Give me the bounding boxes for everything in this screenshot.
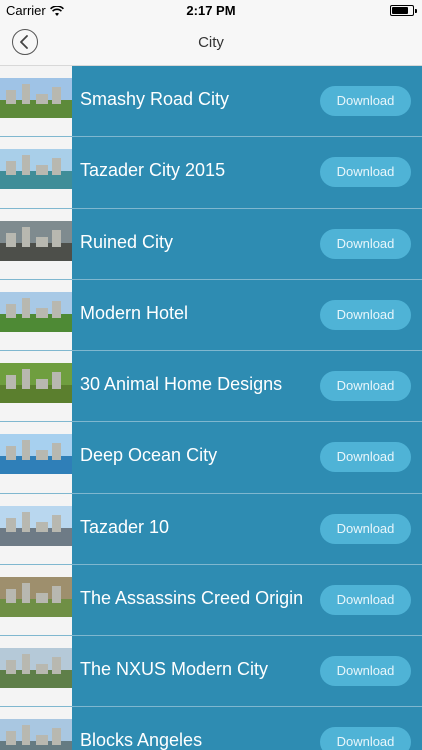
download-button[interactable]: Download xyxy=(320,86,411,116)
thumbnail-image xyxy=(0,648,72,688)
thumbnail-image xyxy=(0,149,72,190)
thumbnail-image xyxy=(0,505,72,546)
thumbnail-building xyxy=(6,303,16,318)
thumbnail-building xyxy=(6,660,16,674)
list-item[interactable]: The Assassins Creed Origin Download xyxy=(0,564,422,636)
list-item[interactable]: Deep Ocean City Download xyxy=(0,422,422,494)
download-button[interactable]: Download xyxy=(320,371,411,401)
thumbnail-image xyxy=(0,220,72,261)
download-button[interactable]: Download xyxy=(320,228,411,259)
download-button[interactable]: Download xyxy=(320,656,411,686)
thumbnail-building xyxy=(36,379,48,389)
thumbnail-building xyxy=(36,450,48,461)
map-list: Smashy Road City Download Tazader City 201… xyxy=(0,66,422,750)
map-thumbnail xyxy=(0,66,72,137)
thumbnail-image xyxy=(0,291,72,332)
thumbnail-building xyxy=(6,161,16,176)
thumbnail-building xyxy=(22,582,30,603)
list-item[interactable]: Ruined City Download xyxy=(0,208,422,280)
map-title: Blocks Angeles xyxy=(80,730,203,750)
thumbnail-image xyxy=(0,78,72,118)
status-bar: Carrier 2:17 PM xyxy=(0,0,422,22)
map-thumbnail xyxy=(0,351,72,422)
thumbnail-building xyxy=(6,517,16,532)
thumbnail-building xyxy=(22,297,30,318)
thumbnail-image xyxy=(0,434,72,475)
thumbnail-building xyxy=(6,375,16,389)
page-title: City xyxy=(198,34,224,51)
thumbnail-building xyxy=(52,657,61,674)
thumbnail-image xyxy=(0,719,72,750)
thumbnail-building xyxy=(36,236,48,247)
thumbnail-building xyxy=(36,307,48,318)
download-button[interactable]: Download xyxy=(320,299,411,330)
map-thumbnail xyxy=(0,208,72,279)
thumbnail-image xyxy=(0,363,72,403)
map-thumbnail xyxy=(0,279,72,350)
map-title: Modern Hotel xyxy=(80,302,189,323)
thumbnail-building xyxy=(52,300,61,318)
map-thumbnail xyxy=(0,422,72,493)
map-title: 30 Animal Home Designs xyxy=(80,374,283,394)
thumbnail-building xyxy=(22,654,30,674)
list-item[interactable]: Smashy Road City Download xyxy=(0,66,422,138)
thumbnail-building xyxy=(22,226,30,247)
list-item[interactable]: 30 Animal Home Designs Download xyxy=(0,351,422,423)
map-title: The NXUS Modern City xyxy=(80,659,269,679)
thumbnail-building xyxy=(36,521,48,532)
list-item[interactable]: The NXUS Modern City Download xyxy=(0,636,422,708)
thumbnail-building xyxy=(22,440,30,461)
thumbnail-building xyxy=(22,511,30,532)
download-button[interactable]: Download xyxy=(320,442,411,473)
thumbnail-building xyxy=(52,585,61,603)
map-title: Ruined City xyxy=(80,231,174,252)
map-title: Deep Ocean City xyxy=(80,445,218,466)
thumbnail-building xyxy=(22,155,30,176)
thumbnail-building xyxy=(52,372,61,389)
download-button[interactable]: Download xyxy=(320,513,411,544)
thumbnail-building xyxy=(6,731,16,746)
thumbnail-building xyxy=(22,369,30,389)
thumbnail-building xyxy=(6,446,16,461)
thumbnail-building xyxy=(52,443,61,461)
battery-icon xyxy=(390,5,417,16)
map-title: Tazader 10 xyxy=(80,516,170,537)
download-button[interactable]: Download xyxy=(320,727,411,750)
map-title: The Assassins Creed Origin xyxy=(80,587,304,608)
thumbnail-building xyxy=(36,664,48,674)
thumbnail-building xyxy=(36,94,48,104)
thumbnail-building xyxy=(22,725,30,746)
thumbnail-building xyxy=(6,232,16,247)
thumbnail-building xyxy=(36,165,48,176)
thumbnail-image xyxy=(0,576,72,617)
battery-fill xyxy=(392,7,408,14)
list-item[interactable]: Tazader 10 Download xyxy=(0,493,422,565)
download-button[interactable]: Download xyxy=(320,157,411,188)
map-thumbnail xyxy=(0,707,72,750)
thumbnail-building xyxy=(36,735,48,746)
map-thumbnail xyxy=(0,636,72,707)
thumbnail-building xyxy=(22,84,30,104)
thumbnail-building xyxy=(6,90,16,104)
thumbnail-building xyxy=(52,158,61,176)
map-thumbnail xyxy=(0,564,72,635)
map-title: Tazader City 2015 xyxy=(80,160,226,181)
thumbnail-building xyxy=(52,87,61,104)
list-item[interactable]: Tazader City 2015 Download xyxy=(0,137,422,209)
list-item[interactable]: Modern Hotel Download xyxy=(0,279,422,351)
thumbnail-building xyxy=(6,588,16,603)
thumbnail-building xyxy=(52,514,61,532)
status-time: 2:17 PM xyxy=(186,3,236,18)
thumbnail-building xyxy=(52,229,61,247)
map-title: Smashy Road City xyxy=(80,89,230,109)
download-button[interactable]: Download xyxy=(320,584,411,615)
map-thumbnail xyxy=(0,137,72,208)
map-thumbnail xyxy=(0,493,72,564)
thumbnail-building xyxy=(52,728,61,746)
thumbnail-building xyxy=(36,592,48,603)
navigation-bar: City xyxy=(0,22,422,66)
list-item[interactable]: Blocks Angeles Download xyxy=(0,707,422,750)
